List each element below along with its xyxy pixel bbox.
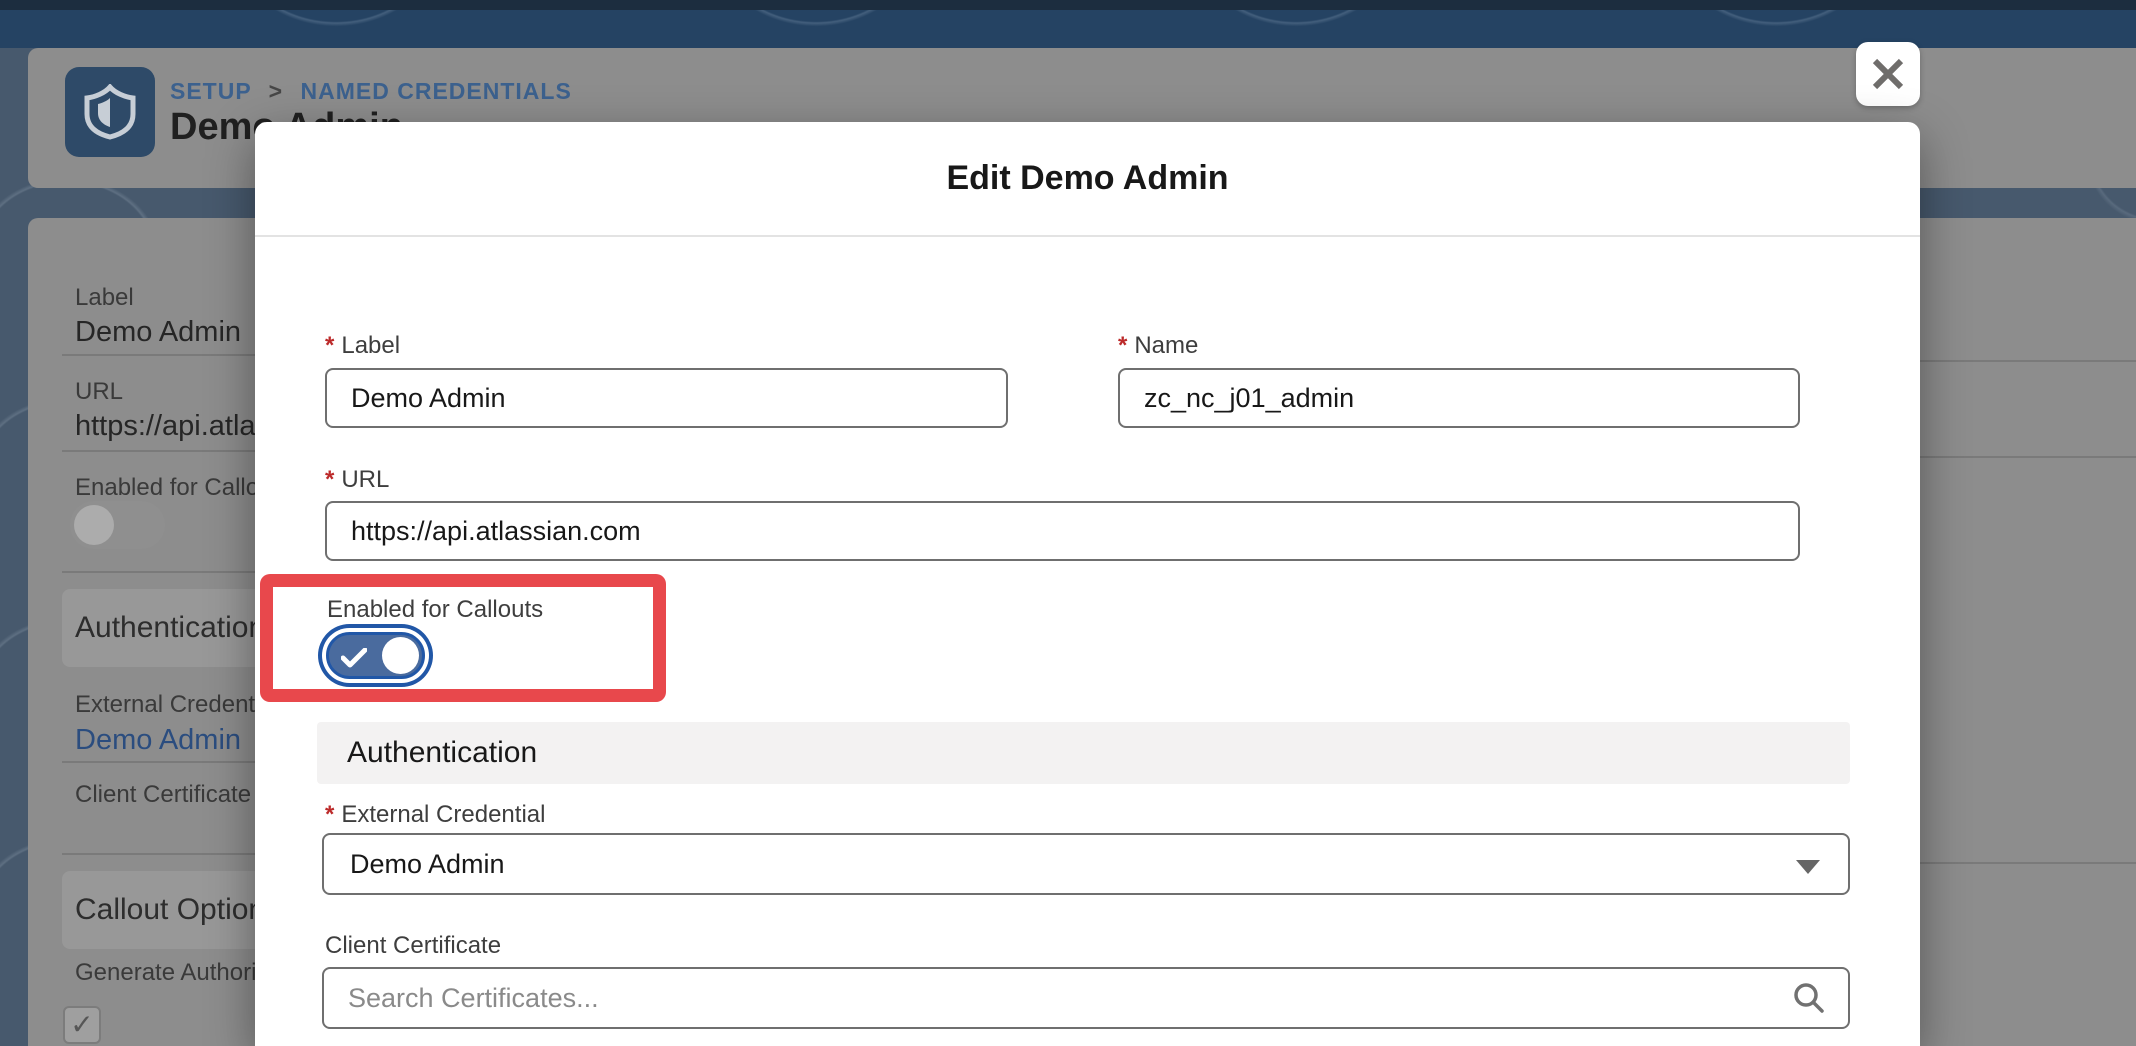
bg-field-url-label: URL (75, 378, 123, 406)
bg-generate-auth-header-checkbox[interactable]: ✓ (63, 1006, 101, 1044)
modal-header: Edit Demo Admin (255, 122, 1920, 237)
setup-header-band (0, 10, 2136, 48)
search-icon (1792, 981, 1826, 1015)
name-input[interactable] (1118, 368, 1800, 428)
url-field-label: *URL (325, 466, 389, 494)
enabled-for-callouts-label: Enabled for Callouts (327, 596, 543, 624)
bg-client-certificate-label: Client Certificate (75, 781, 251, 809)
breadcrumb: SETUP > NAMED CREDENTIALS (170, 78, 572, 105)
bg-field-label-value: Demo Admin (75, 316, 241, 349)
required-marker: * (1118, 332, 1127, 359)
edit-named-credential-modal: Edit Demo Admin *Label *Name *URL Enable… (255, 122, 1920, 1046)
breadcrumb-separator: > (269, 78, 283, 104)
required-marker: * (325, 466, 334, 493)
label-input[interactable] (325, 368, 1008, 428)
breadcrumb-setup[interactable]: SETUP (170, 78, 251, 104)
client-certificate-search (322, 967, 1850, 1029)
external-credential-select[interactable]: Demo Admin (322, 833, 1850, 895)
browser-top-bar (0, 0, 2136, 10)
check-icon: ✓ (70, 1009, 93, 1040)
breadcrumb-named-credentials[interactable]: NAMED CREDENTIALS (301, 78, 572, 104)
required-marker: * (325, 801, 334, 828)
bg-external-credential-link[interactable]: Demo Admin (75, 724, 241, 757)
bg-field-label-label: Label (75, 284, 134, 312)
name-field-label: *Name (1118, 332, 1198, 360)
toggle-knob (74, 505, 114, 545)
url-input[interactable] (325, 501, 1800, 561)
bg-enabled-for-callouts-toggle-off[interactable] (70, 501, 165, 549)
label-field-label: *Label (325, 332, 400, 360)
client-certificate-search-input[interactable] (322, 967, 1850, 1029)
modal-title: Edit Demo Admin (946, 159, 1228, 198)
required-marker: * (325, 332, 334, 359)
check-icon (341, 648, 367, 668)
enabled-for-callouts-toggle-on[interactable] (326, 632, 425, 679)
shield-icon (65, 67, 155, 157)
external-credential-label: *External Credential (325, 801, 545, 829)
client-certificate-label: Client Certificate (325, 932, 501, 960)
annotation-highlight-box (260, 574, 666, 702)
close-icon[interactable] (1856, 42, 1920, 106)
toggle-knob (382, 637, 419, 674)
chevron-down-icon (1796, 860, 1820, 874)
bg-external-credential-label: External Credential (75, 691, 279, 719)
external-credential-selected-value: Demo Admin (350, 849, 505, 880)
section-header-authentication: Authentication (317, 722, 1850, 784)
